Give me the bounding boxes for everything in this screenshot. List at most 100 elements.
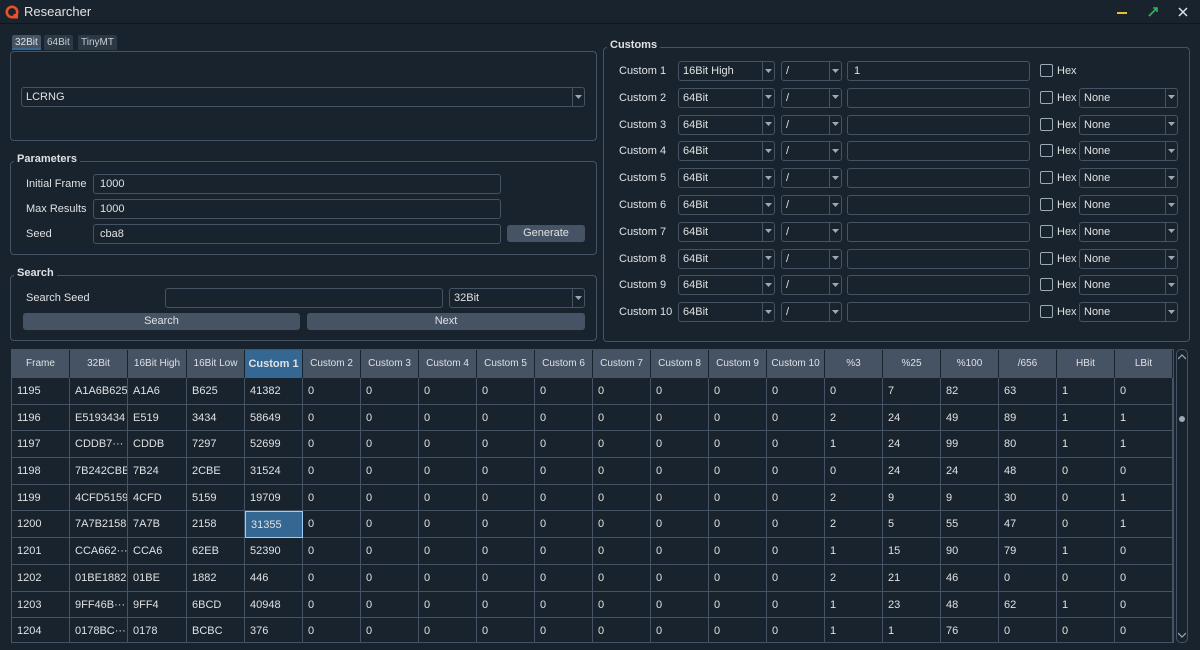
- table-cell[interactable]: 58649: [245, 404, 303, 432]
- custom-2-source-select[interactable]: 64Bit: [678, 87, 775, 108]
- custom-6-reference-select[interactable]: None: [1079, 195, 1178, 215]
- custom-8-value-input[interactable]: [847, 248, 1030, 269]
- table-cell[interactable]: 0: [1057, 618, 1115, 642]
- custom-7-operator-select[interactable]: /: [781, 221, 842, 242]
- table-cell[interactable]: 1: [825, 538, 883, 565]
- column-header-25[interactable]: %25: [883, 350, 941, 378]
- table-cell[interactable]: 0: [361, 484, 419, 512]
- table-cell[interactable]: 21: [883, 564, 941, 592]
- table-row[interactable]: 1197 CDDB7··· CDDB 7297 52699 0 0 0 0 0 0 0 0 0 1 24 99 8…: [12, 431, 1173, 459]
- table-cell[interactable]: 0: [651, 458, 709, 485]
- table-cell[interactable]: 2: [825, 511, 883, 539]
- column-header-custom-1[interactable]: Custom 1: [245, 350, 303, 378]
- table-cell[interactable]: 0: [303, 538, 361, 565]
- custom-7-source-select[interactable]: 64Bit: [678, 221, 775, 242]
- rng-select[interactable]: LCRNG: [21, 87, 585, 107]
- table-cell[interactable]: 1195: [12, 378, 70, 405]
- seed-input[interactable]: cba8: [93, 224, 501, 244]
- table-cell[interactable]: 52699: [245, 431, 303, 459]
- custom-7-hex-checkbox[interactable]: [1040, 224, 1053, 238]
- table-cell[interactable]: 0: [709, 458, 767, 485]
- table-cell[interactable]: 49: [941, 404, 999, 432]
- table-cell[interactable]: 0: [477, 458, 535, 485]
- table-cell[interactable]: 0: [535, 404, 593, 432]
- table-cell[interactable]: 7B24: [128, 458, 187, 485]
- table-cell[interactable]: 31355: [245, 511, 303, 539]
- custom-3-operator-select[interactable]: /: [781, 114, 842, 135]
- table-cell[interactable]: BCBC: [187, 618, 245, 642]
- custom-2-value-input[interactable]: [847, 87, 1030, 108]
- table-cell[interactable]: 0: [767, 511, 825, 539]
- table-cell[interactable]: 0: [651, 511, 709, 539]
- tab-32bit[interactable]: 32Bit: [12, 35, 41, 50]
- table-cell[interactable]: 0178BC···: [70, 618, 128, 642]
- custom-1-operator-select[interactable]: /: [781, 61, 842, 81]
- table-row[interactable]: 1198 7B242CBE 7B24 2CBE 31524 0 0 0 0 0 0 0 0 0 0 24 24 4…: [12, 458, 1173, 485]
- table-cell[interactable]: 0: [767, 564, 825, 592]
- column-header-16bit-high[interactable]: 16Bit High: [128, 350, 187, 378]
- custom-5-reference-select[interactable]: None: [1079, 168, 1178, 189]
- table-cell[interactable]: 0: [709, 431, 767, 459]
- table-cell[interactable]: 1197: [12, 431, 70, 459]
- table-cell[interactable]: 0: [535, 511, 593, 539]
- table-cell[interactable]: 1: [883, 618, 941, 642]
- table-cell[interactable]: 82: [941, 378, 999, 405]
- table-cell[interactable]: 1: [1057, 431, 1115, 459]
- table-cell[interactable]: 2158: [187, 511, 245, 539]
- table-cell[interactable]: 52390: [245, 538, 303, 565]
- column-header-frame[interactable]: Frame: [12, 350, 70, 378]
- table-cell[interactable]: 31524: [245, 458, 303, 485]
- table-cell[interactable]: 0: [361, 458, 419, 485]
- custom-2-operator-select[interactable]: /: [781, 87, 842, 108]
- table-cell[interactable]: 9FF4: [128, 591, 187, 619]
- table-cell[interactable]: 24: [883, 404, 941, 432]
- table-cell[interactable]: 0: [535, 538, 593, 565]
- custom-9-hex-checkbox[interactable]: [1040, 278, 1053, 292]
- table-cell[interactable]: 76: [941, 618, 999, 642]
- custom-10-hex-checkbox[interactable]: [1040, 305, 1053, 319]
- table-cell[interactable]: 0: [1115, 458, 1173, 485]
- generate-button[interactable]: Generate: [507, 225, 585, 242]
- table-cell[interactable]: 0: [709, 618, 767, 642]
- table-cell[interactable]: 0: [651, 564, 709, 592]
- table-cell[interactable]: CDDB: [128, 431, 187, 459]
- table-cell[interactable]: 0: [651, 404, 709, 432]
- table-cell[interactable]: 62: [999, 591, 1057, 619]
- table-cell[interactable]: 0: [651, 378, 709, 405]
- table-cell[interactable]: 0: [535, 458, 593, 485]
- table-cell[interactable]: 0: [1057, 564, 1115, 592]
- table-cell[interactable]: 0: [709, 378, 767, 405]
- table-cell[interactable]: A1A6: [128, 378, 187, 405]
- table-cell[interactable]: 0: [767, 431, 825, 459]
- table-cell[interactable]: 99: [941, 431, 999, 459]
- table-cell[interactable]: 46: [941, 564, 999, 592]
- table-vertical-scrollbar[interactable]: [1176, 349, 1188, 643]
- table-cell[interactable]: 0: [999, 564, 1057, 592]
- table-row[interactable]: 1200 7A7B2158 7A7B 2158 31355 0 0 0 0 0 0 0 0 0 2 5 55 47…: [12, 511, 1173, 539]
- table-cell[interactable]: 0: [303, 378, 361, 405]
- search-type-select[interactable]: 32Bit: [449, 288, 585, 308]
- table-cell[interactable]: 0: [593, 484, 651, 512]
- table-cell[interactable]: 0: [767, 618, 825, 642]
- table-cell[interactable]: 0: [593, 618, 651, 642]
- table-cell[interactable]: 1: [825, 431, 883, 459]
- table-cell[interactable]: 1: [1115, 404, 1173, 432]
- custom-6-value-input[interactable]: [847, 195, 1030, 215]
- custom-6-operator-select[interactable]: /: [781, 195, 842, 215]
- table-cell[interactable]: 0: [1057, 458, 1115, 485]
- table-cell[interactable]: 0: [593, 591, 651, 619]
- table-cell[interactable]: 01BE1882: [70, 564, 128, 592]
- table-cell[interactable]: 0: [535, 378, 593, 405]
- custom-5-source-select[interactable]: 64Bit: [678, 168, 775, 189]
- custom-3-hex-checkbox[interactable]: [1040, 117, 1053, 131]
- table-cell[interactable]: 7A7B: [128, 511, 187, 539]
- table-row[interactable]: 1196 E5193434 E519 3434 58649 0 0 0 0 0 0 0 0 0 2 24 49 8…: [12, 404, 1173, 432]
- column-header-custom-9[interactable]: Custom 9: [709, 350, 767, 378]
- table-cell[interactable]: 0: [825, 378, 883, 405]
- table-cell[interactable]: 24: [883, 458, 941, 485]
- table-cell[interactable]: 0: [1057, 511, 1115, 539]
- table-cell[interactable]: 0: [535, 484, 593, 512]
- table-cell[interactable]: 0: [361, 538, 419, 565]
- table-cell[interactable]: 7297: [187, 431, 245, 459]
- table-cell[interactable]: 0: [767, 378, 825, 405]
